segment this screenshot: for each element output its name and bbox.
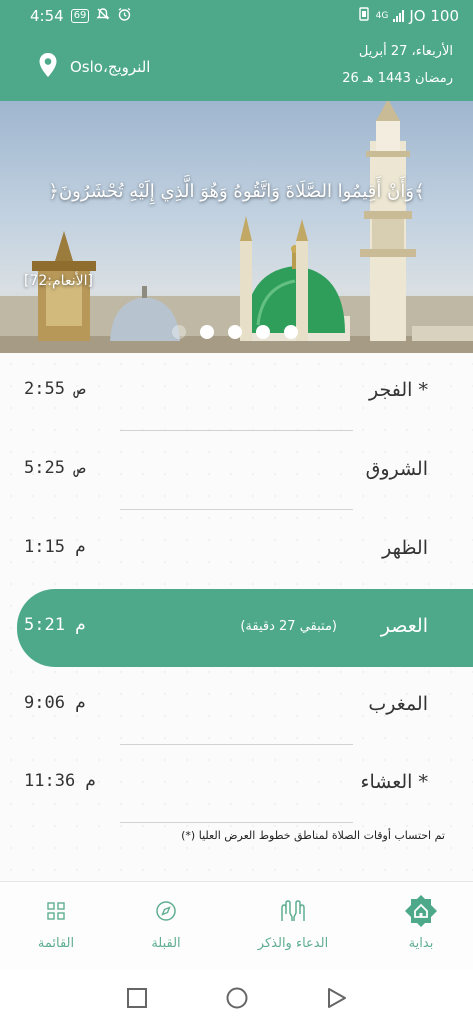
carousel-dot[interactable] (172, 325, 186, 339)
gregorian-date: الأربعاء، 27 أبريل (358, 44, 453, 59)
prayer-time: 1:15 م (24, 537, 86, 557)
carousel-dots[interactable] (172, 325, 298, 339)
nav-duas[interactable]: الدعاء والذكر (248, 894, 338, 951)
prayer-row-dhuhr[interactable]: الظهر 1:15 م (0, 511, 473, 589)
notification-badge: 69 (70, 9, 90, 23)
row-divider (120, 429, 353, 431)
nav-duas-label: الدعاء والذكر (257, 936, 329, 951)
recents-button-icon[interactable] (126, 987, 148, 1009)
prayer-name: الشروق (365, 458, 428, 480)
prayer-time: 2:55 ص (24, 379, 86, 399)
carousel-dot[interactable] (256, 325, 270, 339)
verse-banner[interactable]: ﴿وَأَنْ أَقِيمُوا الصَّلَاةَ وَاتَّقُوهُ… (0, 101, 473, 353)
back-button-icon[interactable] (326, 987, 348, 1009)
carousel-dot[interactable] (284, 325, 298, 339)
compass-icon (156, 901, 176, 921)
prayer-time: 5:21 م (24, 615, 86, 635)
prayer-name: العشاء * (360, 771, 428, 793)
praying-hands-icon (281, 900, 305, 921)
prayer-row-fajr[interactable]: الفجر * 2:55 ص (0, 353, 473, 431)
mute-icon (96, 7, 111, 25)
nav-home-label: بداية (408, 936, 434, 951)
status-time: 4:54 (30, 7, 64, 25)
quran-verse: ﴿وَأَنْ أَقِيمُوا الصَّلَاةَ وَاتَّقُوهُ… (48, 181, 425, 202)
carousel-dot[interactable] (228, 325, 242, 339)
location-pin-icon (38, 52, 58, 82)
prayer-times-list: الفجر * 2:55 ص الشروق 5:25 ص الظهر 1:15 … (0, 353, 473, 881)
home-button-icon[interactable] (225, 987, 249, 1011)
high-latitude-note: (*) تم احتساب أوقات الصلاة لمناطق خطوط ا… (181, 829, 445, 842)
prayer-time: 9:06 م (24, 693, 86, 713)
nav-home[interactable]: بداية (392, 894, 450, 951)
status-bar: 4:54 69 4G JO 100 (0, 0, 473, 32)
nav-menu-label: القائمة (37, 936, 75, 951)
nav-menu[interactable]: القائمة (26, 894, 86, 951)
carousel-dot[interactable] (200, 325, 214, 339)
prayer-name: العصر (380, 615, 428, 637)
nav-qibla[interactable]: القبلة (138, 894, 194, 951)
mosque-illustration (0, 101, 473, 353)
signal-icon (393, 10, 405, 22)
location-label: Oslo،النرويج (70, 58, 151, 76)
verse-reference: [الأنعام:72] (24, 273, 93, 289)
prayer-row-asr[interactable]: العصر (متبقي 27 دقيقة) 5:21 م (17, 589, 473, 667)
prayer-name: الظهر (382, 537, 428, 559)
prayer-row-isha[interactable]: العشاء * 11:36 م (0, 745, 473, 823)
prayer-name: المغرب (368, 693, 428, 715)
bottom-navigation: بداية الدعاء والذكر القبلة القائمة (0, 881, 473, 969)
home-icon (405, 895, 437, 927)
alarm-icon (117, 7, 132, 26)
row-divider (120, 821, 353, 823)
row-divider (120, 508, 353, 510)
nav-qibla-label: القبلة (151, 936, 181, 951)
prayer-time: 5:25 ص (24, 458, 86, 478)
grid-menu-icon (47, 902, 65, 920)
time-remaining: (متبقي 27 دقيقة) (240, 619, 337, 634)
app-header: Oslo،النرويج الأربعاء، 27 أبريل 26 رمضان… (0, 32, 473, 101)
location-selector[interactable]: Oslo،النرويج (38, 52, 150, 82)
vibrate-icon (357, 7, 371, 25)
date-block: الأربعاء، 27 أبريل 26 رمضان 1443 هـ (342, 38, 453, 92)
prayer-name: الفجر * (369, 379, 428, 401)
hijri-date: 26 رمضان 1443 هـ (342, 71, 453, 86)
prayer-row-sunrise[interactable]: الشروق 5:25 ص (0, 432, 473, 510)
prayer-row-maghrib[interactable]: المغرب 9:06 م (0, 667, 473, 745)
network-type: 4G (375, 11, 389, 21)
prayer-time: 11:36 م (24, 771, 96, 791)
system-navigation-bar (0, 969, 473, 1024)
carrier-label: JO 100 (409, 7, 459, 25)
